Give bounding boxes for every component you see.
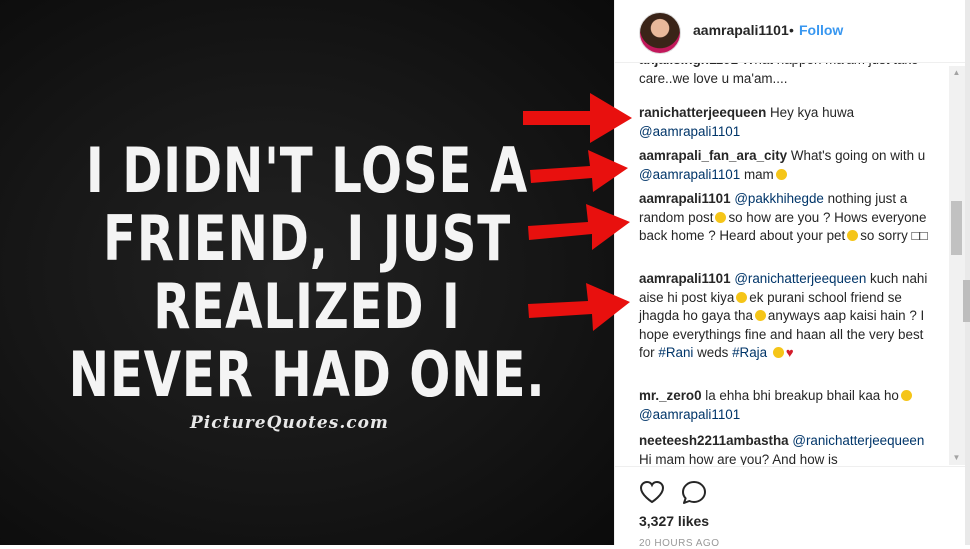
comment-text-3: so sorry □□ [860, 228, 928, 243]
quote-line-1: I DIDN'T LOSE A [85, 134, 529, 207]
scroll-up-icon[interactable]: ▲ [951, 68, 962, 78]
comment-text: What's going on with u [790, 148, 926, 163]
post-sidebar: aamrapali1101 • Follow anjalisingh1101 W… [614, 0, 970, 549]
comment-item: aamrapali_fan_ara_city What's going on w… [639, 147, 929, 184]
comment-author[interactable]: aamrapali1101 [639, 191, 731, 206]
emoji-face-icon [772, 347, 784, 358]
comment-item: ranichatterjeequeen Hey kya huwa @aamrap… [639, 104, 929, 141]
hashtag-link[interactable]: #Rani [658, 345, 693, 360]
comment-author[interactable]: mr._zero0 [639, 388, 702, 403]
comment-author[interactable]: aamrapali_fan_ara_city [639, 148, 787, 163]
hashtag-link[interactable]: #Raja [732, 345, 767, 360]
divider [615, 466, 970, 467]
scroll-down-icon[interactable]: ▼ [951, 453, 962, 463]
window-scrollbar-thumb[interactable] [963, 280, 970, 322]
watermark-credit: PictureQuotes.com [190, 413, 389, 433]
mention-link[interactable]: @pakkhihegde [734, 191, 824, 206]
likes-count[interactable]: 3,327 likes [639, 513, 709, 529]
comment-item: aamrapali1101 @ranichatterjeequeen kuch … [639, 270, 929, 363]
comment-item: anjalisingh1101 What happen ma'am just t… [639, 63, 929, 88]
comment-author[interactable]: ranichatterjeequeen [639, 105, 766, 120]
heart-icon[interactable] [639, 480, 665, 504]
comment-text-tail: mam [743, 166, 774, 182]
emoji-face-icon [736, 291, 748, 303]
mention-link[interactable]: @ranichatterjeequeen [734, 271, 866, 286]
emoji-face-icon [900, 390, 912, 401]
comment-text: la ehha bhi breakup bhail kaa ho [705, 388, 899, 403]
emoji-face-icon [775, 168, 787, 180]
comment-author[interactable]: aamrapali1101 [639, 271, 731, 286]
comment-text-mid: weds [697, 345, 729, 360]
comment-bubble-icon[interactable] [681, 480, 707, 506]
quote-line-3: REALIZED I [153, 270, 461, 343]
comments-scrollbar[interactable] [949, 66, 965, 465]
quote-line-4: NEVER HAD ONE. [68, 338, 546, 411]
mention-link[interactable]: @aamrapali1101 [639, 167, 740, 182]
separator-dot: • [789, 22, 794, 38]
comment-author[interactable]: anjalisingh1101 [639, 63, 738, 67]
mention-link[interactable]: @aamrapali1101 [639, 407, 740, 422]
comment-item: neeteesh2211ambastha @ranichatterjeequee… [639, 432, 929, 465]
comment-author[interactable]: neeteesh2211ambastha [639, 433, 789, 448]
mention-link[interactable]: @ranichatterjeequeen [792, 433, 924, 448]
quote-line-2: FRIEND, I JUST [103, 202, 511, 275]
comment-text: Hey kya huwa [770, 105, 855, 120]
comment-item: mr._zero0 la ehha bhi breakup bhail kaa … [639, 387, 929, 424]
window-scrollbar[interactable] [965, 0, 970, 545]
comments-list[interactable]: anjalisingh1101 What happen ma'am just t… [615, 63, 955, 465]
comment-text: Hi mam how are you? And how is [639, 451, 838, 466]
emoji-face-icon [715, 211, 727, 223]
post-timestamp: 20 HOURS AGO [639, 538, 720, 549]
comment-item: aamrapali1101 @pakkhihegde nothing just … [639, 190, 929, 246]
mention-link[interactable]: @aamrapali1101 [639, 124, 740, 139]
scrollbar-thumb[interactable] [951, 201, 962, 255]
avatar[interactable] [639, 12, 681, 54]
header-username[interactable]: aamrapali1101 [693, 22, 789, 38]
emoji-face-icon [754, 310, 766, 321]
heart-emoji-icon: ♥ [785, 345, 794, 360]
post-header: aamrapali1101 • Follow [615, 0, 970, 63]
emoji-face-icon [847, 230, 859, 241]
post-image: I DIDN'T LOSE A FRIEND, I JUST REALIZED … [0, 0, 614, 545]
follow-button[interactable]: Follow [799, 22, 843, 38]
